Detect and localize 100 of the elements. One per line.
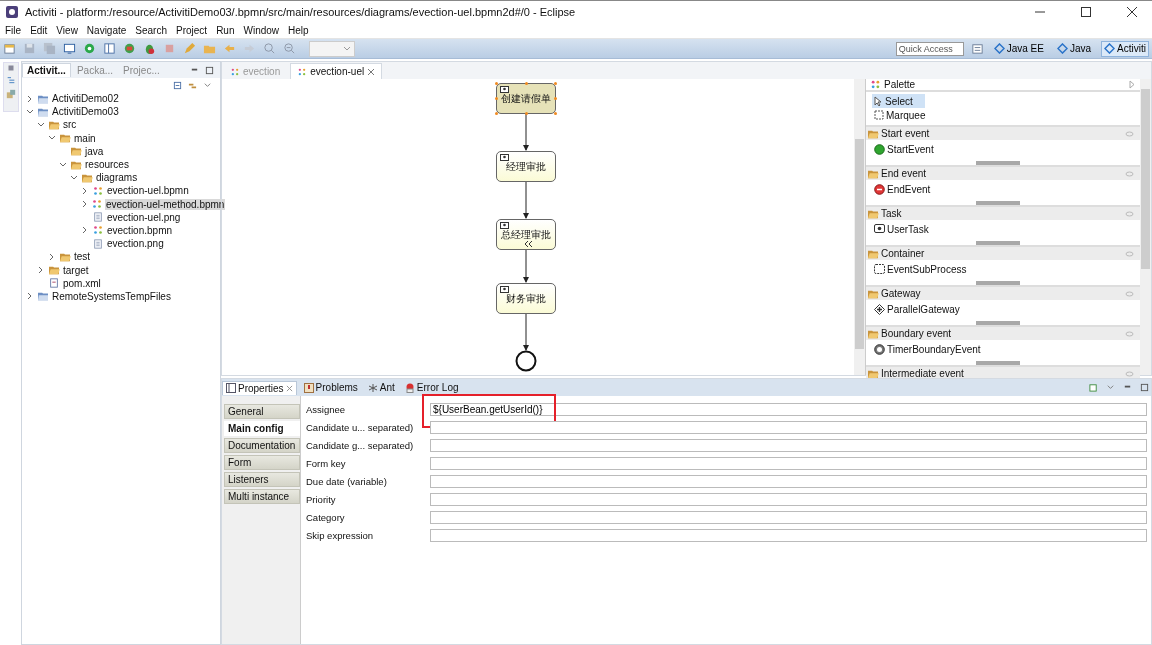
- input-field[interactable]: [430, 510, 1147, 524]
- drawer-scroll-handle[interactable]: [976, 161, 1020, 165]
- pin-icon[interactable]: [1125, 370, 1134, 377]
- palette-tool[interactable]: StartEvent: [872, 142, 939, 156]
- chevron-icon[interactable]: [26, 94, 34, 103]
- palette-tool[interactable]: EventSubProcess: [872, 262, 972, 276]
- collapse-all-icon[interactable]: [173, 80, 182, 90]
- save-all-icon[interactable]: [43, 42, 56, 55]
- selection-handle[interactable]: [525, 82, 528, 85]
- drawer-scroll-handle[interactable]: [976, 201, 1020, 205]
- menu-item[interactable]: Project: [176, 24, 208, 36]
- section-tab[interactable]: Listeners: [224, 472, 300, 487]
- layout-icon[interactable]: [103, 42, 116, 55]
- tree-item[interactable]: src: [62, 119, 78, 131]
- pencil-icon[interactable]: [183, 42, 196, 55]
- pin-icon[interactable]: [1125, 290, 1134, 297]
- editor-tab[interactable]: evection-uel: [290, 63, 383, 79]
- chevron-icon[interactable]: [26, 107, 34, 116]
- palette-drawer-header[interactable]: Container: [866, 247, 1140, 260]
- selection-handle[interactable]: [554, 82, 557, 85]
- scrollbar[interactable]: [1140, 79, 1151, 375]
- drawer-scroll-handle[interactable]: [976, 281, 1020, 285]
- tree-item[interactable]: RemoteSystemsTempFiles: [51, 290, 172, 302]
- input-field[interactable]: [430, 492, 1147, 506]
- collapse-palette-icon[interactable]: [1129, 80, 1136, 89]
- tree-item[interactable]: resources: [84, 159, 130, 171]
- tree-item[interactable]: main: [73, 132, 97, 144]
- pin-icon[interactable]: [1125, 210, 1134, 217]
- perspective-button[interactable]: Java: [1053, 40, 1095, 57]
- selection-handle[interactable]: [495, 97, 498, 100]
- palette-drawer-header[interactable]: End event: [866, 167, 1140, 180]
- user-task-node[interactable]: 总经理审批: [496, 219, 556, 250]
- drawer-scroll-handle[interactable]: [976, 321, 1020, 325]
- input-field[interactable]: [430, 528, 1147, 542]
- zoom-out-icon[interactable]: [283, 42, 296, 55]
- tree-item[interactable]: evection.png: [106, 238, 165, 250]
- scrollbar[interactable]: [854, 79, 865, 375]
- new-file-icon[interactable]: [3, 42, 16, 55]
- section-tab[interactable]: General: [224, 404, 300, 419]
- end-event-circle[interactable]: [515, 350, 537, 372]
- caret-icon[interactable]: [343, 45, 351, 52]
- user-task-node[interactable]: 经理审批: [496, 151, 556, 182]
- tree-item[interactable]: evection-uel.png: [106, 211, 182, 223]
- section-tab[interactable]: Main config: [224, 421, 300, 436]
- section-tab[interactable]: Multi instance: [224, 489, 300, 504]
- chevron-icon[interactable]: [37, 120, 45, 129]
- view-tab[interactable]: Ant: [364, 381, 398, 394]
- palette-tool[interactable]: Marquee: [872, 108, 931, 122]
- bug-icon[interactable]: [143, 42, 156, 55]
- input-field[interactable]: [430, 474, 1147, 488]
- chevron-icon[interactable]: [81, 186, 89, 195]
- palette-drawer-header[interactable]: Start event: [866, 127, 1140, 140]
- input-field[interactable]: [430, 456, 1147, 470]
- pin-icon[interactable]: [1125, 170, 1134, 177]
- tree-item[interactable]: java: [84, 145, 105, 157]
- back-arrow-icon[interactable]: [223, 42, 236, 55]
- quick-access-field[interactable]: Quick Access: [895, 41, 964, 56]
- stop-icon[interactable]: [163, 42, 176, 55]
- menu-item[interactable]: Run: [216, 24, 235, 36]
- user-task-node[interactable]: 创建请假单: [496, 83, 556, 114]
- zoom-dropdown[interactable]: [309, 40, 355, 57]
- selection-handle[interactable]: [554, 97, 557, 100]
- selection-handle[interactable]: [554, 112, 557, 115]
- chevron-icon[interactable]: [26, 292, 34, 301]
- menu-item[interactable]: Search: [135, 24, 167, 36]
- perspective-button[interactable]: Activiti: [1101, 40, 1149, 57]
- view-tab[interactable]: Properties: [222, 380, 297, 395]
- view-tab[interactable]: Problems: [300, 381, 361, 394]
- open-perspective-icon[interactable]: [970, 42, 984, 55]
- save-icon[interactable]: [23, 42, 36, 55]
- section-tab[interactable]: Documentation: [224, 438, 300, 453]
- maximize-icon[interactable]: [1080, 5, 1092, 18]
- globe-icon[interactable]: [123, 42, 136, 55]
- chevron-icon[interactable]: [70, 173, 78, 182]
- tree-item[interactable]: ActivitiDemo02: [51, 93, 120, 105]
- palette-drawer-header[interactable]: Task: [866, 207, 1140, 220]
- close-icon[interactable]: [1126, 5, 1138, 18]
- palette-tool[interactable]: EndEvent: [872, 182, 936, 196]
- menu-item[interactable]: Navigate: [86, 24, 127, 36]
- chevron-icon[interactable]: [48, 252, 56, 261]
- maximize-icon[interactable]: [205, 65, 214, 75]
- zoom-in-icon[interactable]: [263, 42, 276, 55]
- selection-handle[interactable]: [525, 112, 528, 115]
- drawer-scroll-handle[interactable]: [976, 241, 1020, 245]
- menu-item[interactable]: Edit: [30, 24, 48, 36]
- palette-tool[interactable]: TimerBoundaryEvent: [872, 342, 986, 356]
- maximize-icon[interactable]: [1140, 383, 1149, 392]
- monitor-icon[interactable]: [63, 42, 76, 55]
- tree-item[interactable]: pom.xml: [62, 277, 102, 289]
- tree-item[interactable]: evection-uel-method.bpmn: [105, 198, 226, 210]
- palette-tool[interactable]: ParallelGateway: [872, 302, 965, 316]
- menu-item[interactable]: File: [5, 24, 22, 36]
- outline-icon[interactable]: [6, 76, 16, 86]
- tree-item[interactable]: evection-uel.bpmn: [106, 185, 190, 197]
- view-tab[interactable]: Error Log: [401, 381, 462, 394]
- user-task-node[interactable]: 财务审批: [496, 283, 556, 314]
- tree-item[interactable]: ActivitiDemo03: [51, 106, 120, 118]
- palette-tool[interactable]: UserTask: [872, 222, 934, 236]
- perspective-button[interactable]: Java EE: [990, 40, 1047, 57]
- input-field[interactable]: [430, 438, 1147, 452]
